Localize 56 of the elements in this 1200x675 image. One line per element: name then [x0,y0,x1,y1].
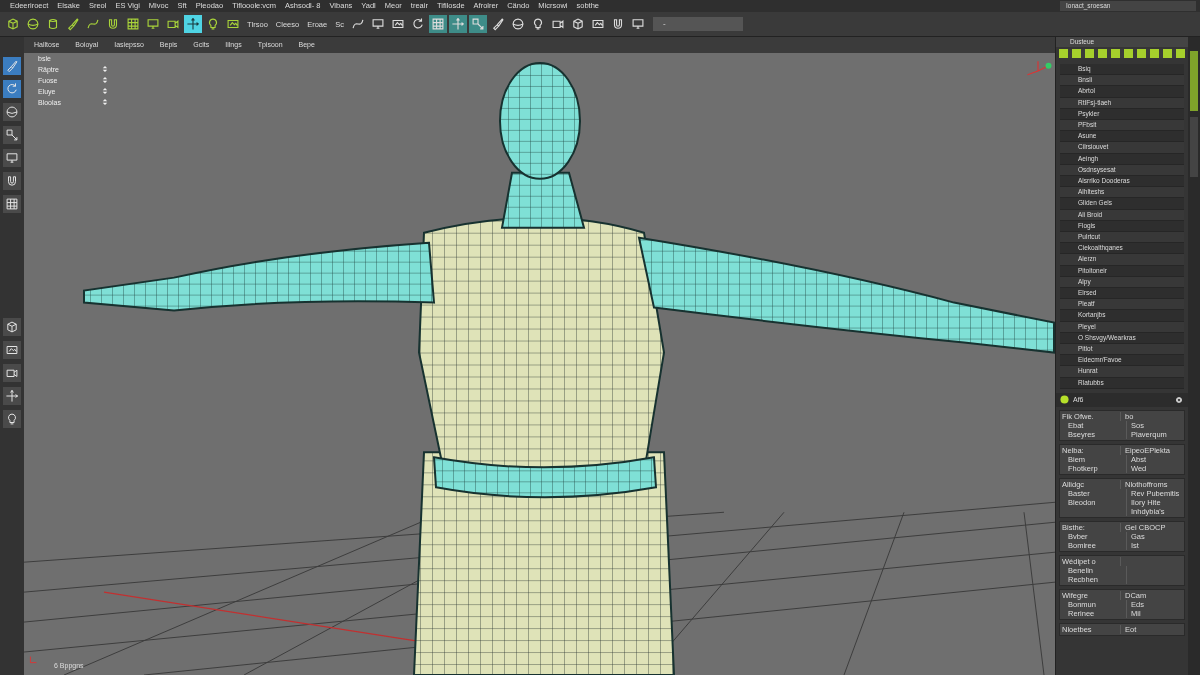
magnet-icon [611,17,625,31]
curve-icon [351,17,365,31]
camera-icon [551,17,565,31]
tool-button[interactable] [184,15,202,33]
spinner-icon[interactable] [102,65,108,73]
rotate-icon [411,17,425,31]
tool-button[interactable] [3,387,21,405]
camera-icon [166,17,180,31]
magnet-icon [106,17,120,31]
tool-button[interactable] [3,364,21,382]
tool-button[interactable] [3,149,21,167]
grid-icon [126,17,140,31]
cube-icon [571,17,585,31]
spinner-icon[interactable] [102,87,108,95]
render-icon [591,17,605,31]
render-icon [5,343,19,357]
tool-button[interactable] [3,341,21,359]
display-icon [5,151,19,165]
tool-button[interactable] [3,103,21,121]
render-icon [391,17,405,31]
cylinder-icon [46,17,60,31]
grid-icon [431,17,445,31]
brush-icon [491,17,505,31]
status-light-icon [1060,395,1069,405]
magnet-icon [5,174,19,188]
cube-icon [6,17,20,31]
brush-icon [66,17,80,31]
input-field[interactable]: - [653,17,743,31]
move-icon [451,17,465,31]
camera-icon [5,366,19,380]
brush-icon [5,59,19,73]
light-icon [206,17,220,31]
tool-button[interactable] [3,318,21,336]
tool-button[interactable] [3,195,21,213]
tool-button[interactable] [3,126,21,144]
rotate-icon [5,82,19,96]
grid-icon [5,197,19,211]
spinner-icon[interactable] [102,76,108,84]
cube-icon [5,320,19,334]
scale-icon [5,128,19,142]
move-icon [186,17,200,31]
tool-button[interactable] [124,15,142,33]
settings-icon[interactable] [1174,394,1184,405]
tool-button[interactable] [3,410,21,428]
display-icon [371,17,385,31]
filter-bar[interactable] [1059,49,1185,58]
display-icon [631,17,645,31]
move-icon [5,389,19,403]
curve-icon [86,17,100,31]
tool-button[interactable] [3,172,21,190]
render-icon [226,17,240,31]
spinner-icon[interactable] [102,98,108,106]
light-icon [531,17,545,31]
light-icon [5,412,19,426]
scale-icon [471,17,485,31]
display-icon [146,17,160,31]
